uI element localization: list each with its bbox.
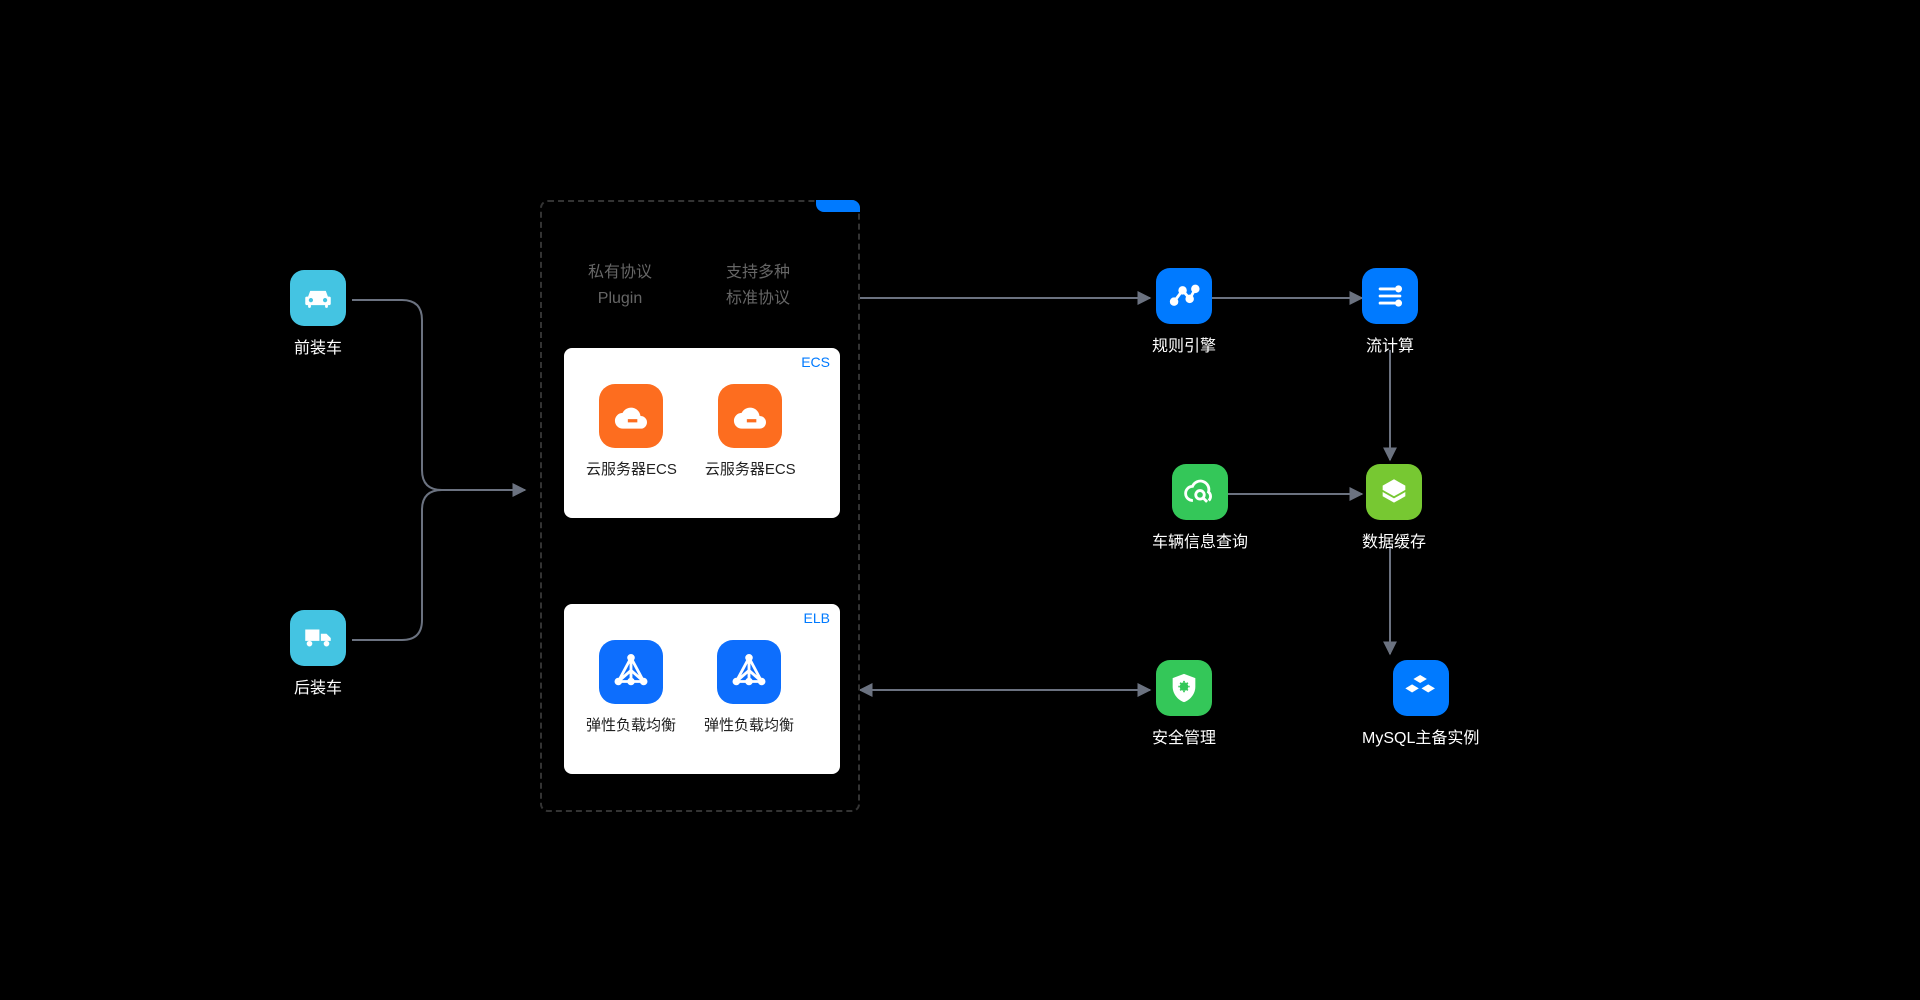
svc-ecs-2: 云服务器ECS [705,384,796,479]
stream-icon [1362,268,1418,324]
label-data-cache: 数据缓存 [1362,528,1426,552]
cloud-server-icon [718,384,782,448]
panel-tab [816,200,860,212]
graph-icon [1156,268,1212,324]
node-front-car: 前装车 [290,270,346,358]
car-icon [290,270,346,326]
card-elb: ELB 弹性负载均衡 弹性负载均衡 [564,604,840,774]
label-vehicle-query: 车辆信息查询 [1152,528,1248,552]
label-security: 安全管理 [1152,724,1216,748]
node-security: 安全管理 [1152,660,1216,748]
svc-ecs-1: 云服务器ECS [586,384,677,479]
label-back-car: 后装车 [294,674,342,698]
svc-elb-2: 弹性负载均衡 [704,640,794,735]
tag-ecs: ECS [801,354,830,370]
protocol-panel: 私有协议 Plugin 支持多种 标准协议 ECS 云服务器ECS [540,200,860,812]
panel-header-right: 支持多种 标准协议 [726,260,790,311]
node-data-cache: 数据缓存 [1362,464,1426,552]
tag-elb: ELB [804,610,830,626]
label-mysql: MySQL主备实例 [1362,724,1479,748]
label-stream-compute: 流计算 [1366,332,1414,356]
node-back-car: 后装车 [290,610,346,698]
load-balancer-icon [717,640,781,704]
load-balancer-icon [599,640,663,704]
cloud-search-icon [1172,464,1228,520]
cloud-server-icon [599,384,663,448]
label-rule-engine: 规则引擎 [1152,332,1216,356]
panel-header-left: 私有协议 Plugin [588,260,652,311]
node-rule-engine: 规则引擎 [1152,268,1216,356]
node-mysql: MySQL主备实例 [1362,660,1479,748]
node-stream-compute: 流计算 [1362,268,1418,356]
connector-lines [190,120,1730,880]
truck-icon [290,610,346,666]
svc-elb-1: 弹性负载均衡 [586,640,676,735]
label-front-car: 前装车 [294,334,342,358]
node-vehicle-query: 车辆信息查询 [1152,464,1248,552]
shield-gear-icon [1156,660,1212,716]
cache-icon [1366,464,1422,520]
card-ecs: ECS 云服务器ECS 云服务器ECS [564,348,840,518]
cluster-icon [1393,660,1449,716]
